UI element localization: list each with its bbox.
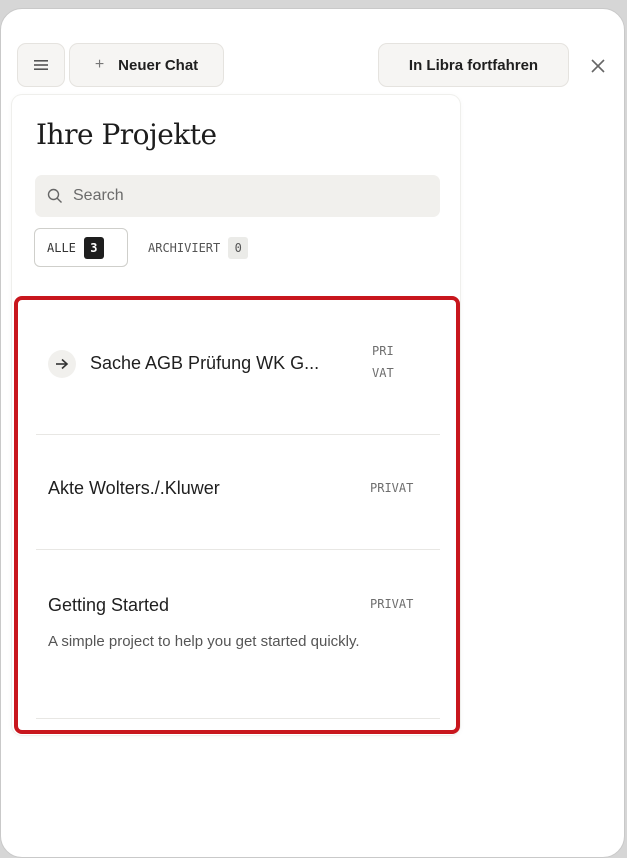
visibility-badge: PRIVAT [370, 597, 414, 611]
continue-in-libra-button[interactable]: In Libra fortfahren [378, 43, 569, 87]
search-input[interactable] [71, 186, 415, 206]
project-item-getting-started[interactable]: Getting Started PRIVAT A simple project … [36, 575, 440, 705]
divider [36, 549, 440, 550]
filter-archived-tab[interactable]: ARCHIVIERT 0 [140, 228, 290, 267]
filter-all-count: 3 [83, 236, 104, 259]
filter-archived-count: 0 [228, 236, 249, 259]
page-title: Ihre Projekte [36, 118, 217, 151]
visibility-badge: PRIVAT [370, 481, 414, 495]
menu-button[interactable] [17, 43, 65, 87]
visibility-badge: PRIVAT [372, 344, 394, 380]
close-button[interactable] [586, 54, 610, 78]
continue-in-libra-label: In Libra fortfahren [408, 56, 539, 74]
filter-all-tab[interactable]: ALLE 3 [34, 228, 128, 267]
project-name: Getting Started [48, 595, 170, 615]
divider [36, 718, 440, 719]
new-chat-button[interactable]: + Neuer Chat [69, 43, 224, 87]
search-icon [47, 188, 62, 203]
project-name: Akte Wolters./.Kluwer [48, 478, 220, 498]
project-name: Sache AGB Prüfung WK G... [90, 353, 320, 373]
plus-icon: + [94, 56, 105, 73]
filter-all-label: ALLE [47, 240, 76, 255]
project-item-sache-agb[interactable]: Sache AGB Prüfung WK G... PRIVAT [36, 330, 440, 434]
close-icon [591, 59, 605, 73]
arrow-right-icon [48, 350, 76, 378]
project-description: A simple project to help you get started… [48, 633, 360, 650]
new-chat-label: Neuer Chat [118, 56, 199, 74]
divider [36, 434, 440, 435]
hamburger-menu-icon [34, 60, 48, 70]
search-bar[interactable] [35, 175, 440, 217]
project-item-akte-wolters[interactable]: Akte Wolters./.Kluwer PRIVAT [36, 450, 440, 530]
filter-archived-label: ARCHIVIERT [148, 240, 221, 255]
